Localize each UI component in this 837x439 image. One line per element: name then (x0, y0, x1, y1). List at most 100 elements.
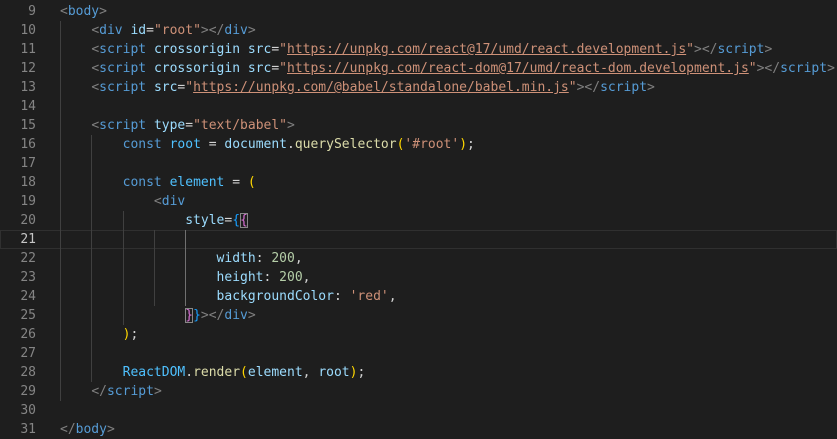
code-token: = (146, 23, 154, 38)
code-token: < (153, 194, 162, 209)
line-number: 16 (20, 137, 36, 152)
code-line[interactable]: 16 const root = document.querySelector('… (0, 135, 837, 154)
code-line[interactable]: 27 (0, 344, 837, 363)
code-token: > (647, 80, 655, 95)
code-line[interactable]: 19 <div (0, 192, 837, 211)
code-token: = (185, 118, 194, 133)
code-token: root (169, 137, 201, 152)
code-line[interactable]: 25 }}></div> (0, 306, 837, 325)
code-token: div (224, 23, 248, 38)
code-text: <body> (60, 2, 107, 21)
code-line[interactable]: 28 ReactDOM.render(element, root); (0, 363, 837, 382)
code-token: , (302, 365, 319, 380)
code-token: ReactDOM (122, 365, 186, 380)
code-token: > (827, 61, 835, 76)
code-token: https://unpkg.com/@babel/standalone/babe… (193, 80, 569, 95)
code-token: script (717, 42, 765, 57)
code-token: document (224, 137, 288, 152)
code-line[interactable]: 30 (0, 401, 837, 420)
code-token: div (99, 23, 123, 38)
code-text: ); (60, 325, 139, 344)
code-line[interactable]: 20 style={{ (0, 211, 837, 230)
code-token: type (153, 118, 186, 133)
code-token: script (99, 61, 147, 76)
code-token: element (169, 175, 225, 190)
code-token: src (153, 80, 178, 95)
code-line[interactable]: 14 (0, 97, 837, 116)
line-number: 23 (20, 270, 36, 285)
code-line[interactable]: 9 <body> (0, 2, 837, 21)
code-token: " (185, 80, 194, 95)
code-token: crossorigin (153, 61, 241, 76)
line-number: 31 (20, 422, 36, 437)
line-number: 14 (20, 99, 36, 114)
line-number: 25 (20, 308, 36, 323)
code-line[interactable]: 15 <script type="text/babel"> (0, 116, 837, 135)
code-token: < (91, 23, 100, 38)
code-token: : (263, 270, 280, 285)
code-line[interactable]: 18 const element = ( (0, 173, 837, 192)
code-line[interactable]: 22 width: 200, (0, 249, 837, 268)
code-token: id (130, 23, 147, 38)
indent-guide (60, 21, 61, 401)
code-token: ( (247, 175, 256, 190)
code-token: backgroundColor (216, 289, 334, 304)
code-token: < (91, 42, 100, 57)
code-token: { (232, 213, 241, 228)
code-token: " (279, 42, 287, 57)
code-text: width: 200, (60, 249, 303, 268)
code-line[interactable]: 21 (0, 230, 837, 249)
code-token: " (279, 61, 287, 76)
code-token: ></ (694, 42, 718, 57)
line-number: 19 (20, 194, 36, 209)
code-token: < (91, 61, 100, 76)
code-line[interactable]: 13 <script src="https://unpkg.com/@babel… (0, 78, 837, 97)
line-number: 24 (20, 289, 36, 304)
code-token: ; (467, 137, 475, 152)
code-token: < (60, 4, 68, 19)
line-number: 29 (20, 384, 36, 399)
code-line[interactable]: 17 (0, 154, 837, 173)
code-token: element (247, 365, 303, 380)
code-line[interactable]: 11 <script crossorigin src="https://unpk… (0, 40, 837, 59)
code-token: > (106, 422, 115, 437)
code-line[interactable]: 26 ); (0, 325, 837, 344)
code-line[interactable]: 24 backgroundColor: 'red', (0, 287, 837, 306)
line-number: 17 (20, 156, 36, 171)
code-line[interactable]: 12 <script crossorigin src="https://unpk… (0, 59, 837, 78)
line-number: 21 (20, 232, 36, 247)
code-token: " (568, 80, 577, 95)
code-token: script (99, 118, 147, 133)
code-token: const (122, 137, 162, 152)
code-token: </ (60, 422, 76, 437)
code-token: height (216, 270, 264, 285)
code-token: > (247, 308, 256, 323)
line-number: 18 (20, 175, 36, 190)
code-text: backgroundColor: 'red', (60, 287, 397, 306)
code-text: </script> (60, 382, 161, 401)
code-token: div (224, 308, 248, 323)
line-number: 9 (28, 4, 36, 19)
code-line[interactable]: 29 </script> (0, 382, 837, 401)
code-text: <script crossorigin src="https://unpkg.c… (60, 40, 772, 59)
code-line[interactable]: 10 <div id="root"></div> (0, 21, 837, 40)
line-number: 22 (20, 251, 36, 266)
line-number: 27 (20, 346, 36, 361)
code-text: <script type="text/babel"> (60, 116, 295, 135)
code-editor[interactable]: 9 <body> 10 <div id="root"></div> 11 <scrip… (0, 0, 837, 437)
code-text: style={{ (60, 211, 248, 230)
code-token: ></ (756, 61, 781, 76)
code-token: </ (91, 384, 107, 399)
code-token: " (748, 61, 757, 76)
indent-guide (91, 135, 93, 382)
code-token: render (193, 365, 241, 380)
code-token: "root" (153, 23, 201, 38)
code-line[interactable]: 31 </body> (0, 420, 837, 439)
code-line[interactable]: 23 height: 200, (0, 268, 837, 287)
code-token: script (106, 384, 154, 399)
code-token: } (185, 308, 194, 323)
